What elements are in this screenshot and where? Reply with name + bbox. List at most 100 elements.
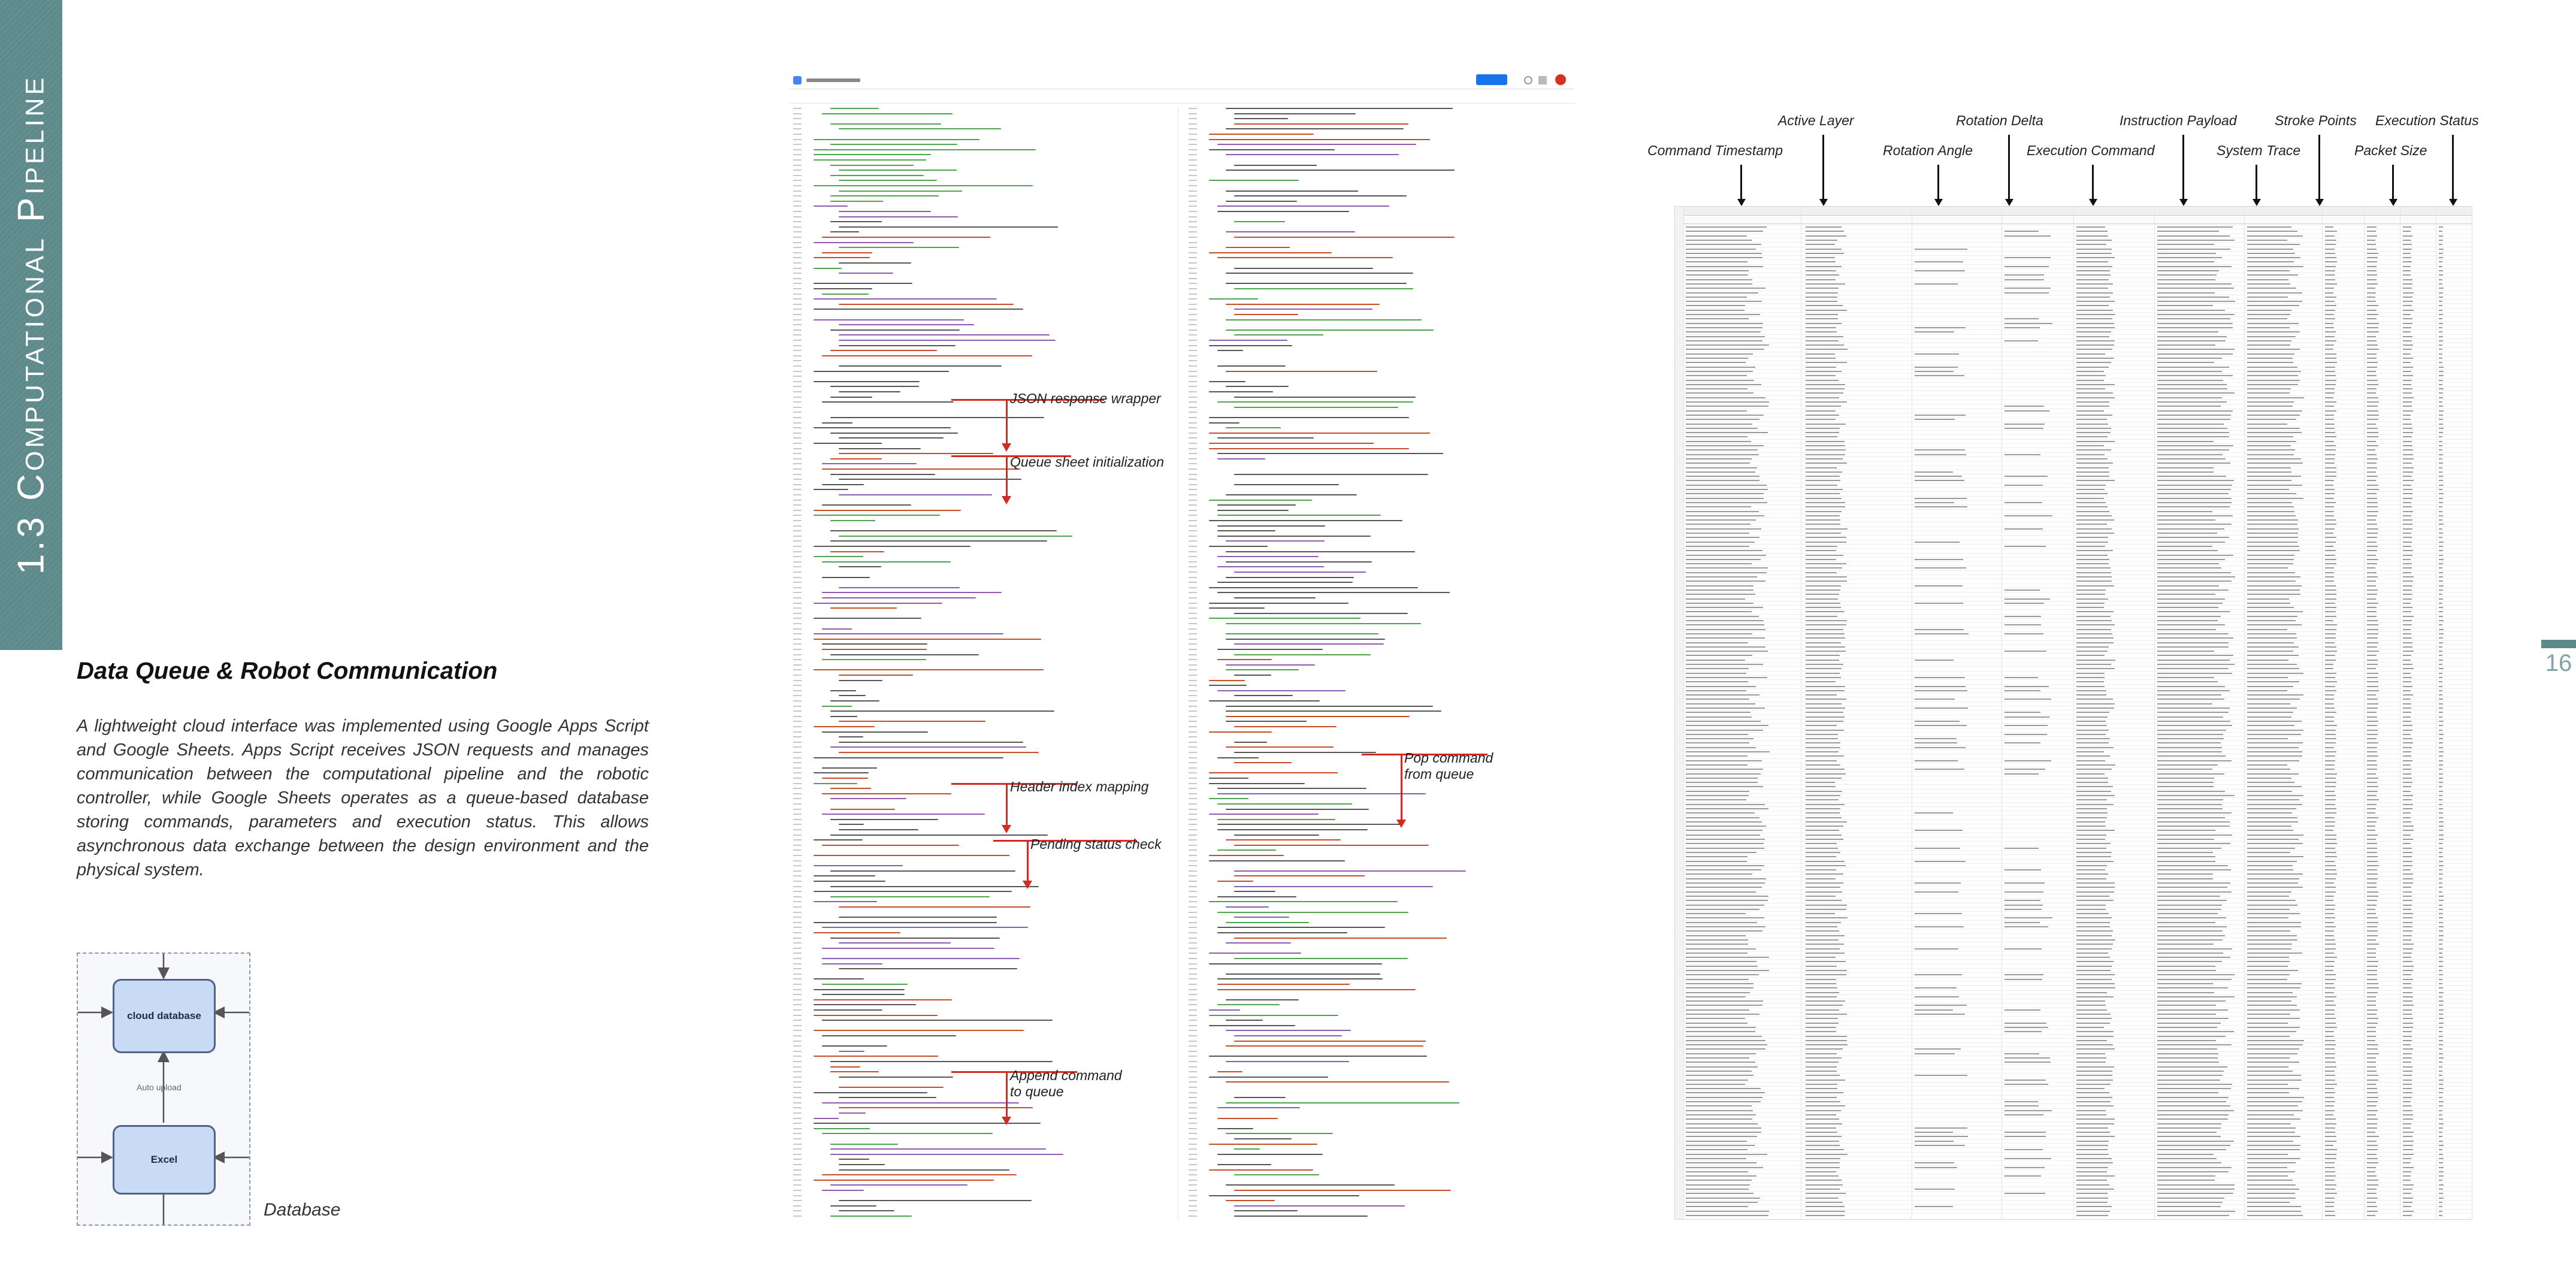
sheet-cell bbox=[2367, 1189, 2377, 1190]
sheet-row-line bbox=[1675, 627, 2472, 628]
sheet-cell bbox=[1915, 453, 1966, 455]
sheet-cell bbox=[2247, 550, 2300, 552]
sheet-cell bbox=[2367, 1123, 2378, 1124]
sheet-cell bbox=[2403, 375, 2414, 377]
sheet-cell bbox=[2157, 270, 2220, 271]
sheet-cell bbox=[1806, 602, 1841, 604]
sheet-cell bbox=[1806, 944, 1844, 945]
line-number bbox=[793, 963, 802, 965]
sheet-cell bbox=[2439, 681, 2442, 683]
line-number bbox=[1189, 814, 1197, 815]
code-line bbox=[814, 602, 942, 604]
sheet-row-line bbox=[1675, 382, 2472, 383]
sheet-cell bbox=[2439, 628, 2444, 630]
sheet-cell bbox=[2439, 786, 2442, 788]
code-line bbox=[1234, 762, 1292, 764]
code-line bbox=[1226, 921, 1310, 923]
code-line bbox=[1226, 1030, 1351, 1032]
sheet-cell bbox=[2367, 501, 2378, 503]
sheet-cell bbox=[2439, 1197, 2444, 1199]
line-number bbox=[1189, 174, 1197, 176]
line-number bbox=[793, 798, 802, 800]
sheet-cell bbox=[2439, 406, 2444, 407]
line-number bbox=[793, 860, 802, 861]
sheet-cell bbox=[2157, 642, 2229, 643]
sheet-cell bbox=[2157, 419, 2231, 421]
line-number bbox=[1189, 164, 1197, 166]
line-number bbox=[793, 1184, 802, 1186]
sheet-cell bbox=[1915, 746, 1966, 748]
sheet-cell bbox=[2367, 537, 2377, 539]
line-number bbox=[1189, 582, 1197, 583]
code-line bbox=[1217, 211, 1350, 212]
sheet-cell bbox=[2367, 982, 2378, 984]
sheet-cell bbox=[2076, 554, 2108, 556]
code-line bbox=[1226, 370, 1378, 372]
sheet-cell bbox=[2439, 1005, 2443, 1006]
sheet-cell bbox=[2439, 1088, 2444, 1090]
sheet-cell bbox=[2439, 725, 2444, 727]
sheet-cell bbox=[2367, 1109, 2378, 1111]
sheet-cell bbox=[2325, 1145, 2334, 1146]
sheet-cell bbox=[2076, 231, 2108, 232]
sheet-cell bbox=[2076, 1210, 2110, 1212]
sheet-cell bbox=[2367, 1214, 2376, 1216]
sheet-cell bbox=[2157, 803, 2222, 805]
sheet-cell bbox=[1686, 366, 1756, 368]
sheet-cell bbox=[2439, 764, 2443, 766]
sheet-row-line bbox=[1675, 487, 2472, 488]
sheet-cell bbox=[2076, 847, 2106, 849]
sheet-cell bbox=[2403, 725, 2413, 727]
sheet-cell bbox=[1806, 1101, 1841, 1102]
sheet-cell bbox=[1806, 353, 1836, 355]
sheet-cell bbox=[1686, 633, 1753, 634]
sheet-cell bbox=[2247, 226, 2291, 228]
code-line bbox=[1226, 231, 1355, 233]
sheet-cell bbox=[2247, 537, 2299, 539]
sheet-cell bbox=[2367, 480, 2376, 482]
sheet-cell bbox=[2247, 301, 2302, 303]
sheet-cell bbox=[2247, 882, 2299, 884]
code-line bbox=[1226, 1081, 1449, 1083]
sheet-cell bbox=[1686, 501, 1767, 503]
line-number bbox=[793, 1169, 802, 1171]
sheet-cell bbox=[2247, 930, 2291, 932]
sheet-cell bbox=[2247, 1210, 2302, 1212]
sheet-cell bbox=[2247, 1109, 2303, 1111]
sheet-cell bbox=[2367, 1062, 2376, 1063]
sheet-cell bbox=[1915, 742, 1958, 744]
column-label-system-trace: System Trace bbox=[2217, 143, 2301, 158]
sheet-cell bbox=[2439, 1175, 2444, 1177]
code-line bbox=[1217, 1071, 1243, 1073]
line-number bbox=[793, 185, 802, 186]
sheet-cell bbox=[2325, 1066, 2337, 1068]
sheet-cell bbox=[2439, 462, 2443, 464]
sheet-cell bbox=[1806, 1175, 1839, 1177]
code-line bbox=[839, 679, 883, 681]
sheet-cell bbox=[2439, 362, 2442, 364]
line-number bbox=[1189, 406, 1197, 408]
code-line bbox=[1209, 380, 1245, 382]
line-number bbox=[1189, 1035, 1197, 1036]
sheet-cell bbox=[1686, 1114, 1756, 1115]
sheet-cell bbox=[2367, 773, 2376, 775]
sheet-cell bbox=[1686, 414, 1764, 416]
line-number bbox=[793, 602, 802, 604]
line-number bbox=[793, 669, 802, 671]
sheet-cell bbox=[2439, 1145, 2444, 1146]
sheet-cell bbox=[2157, 738, 2224, 740]
line-number bbox=[1189, 793, 1197, 794]
line-number bbox=[1189, 953, 1197, 954]
line-number bbox=[793, 695, 802, 697]
line-number bbox=[793, 870, 802, 872]
sheet-cell bbox=[2076, 773, 2105, 775]
sheet-cell bbox=[1806, 1048, 1843, 1050]
sheet-cell bbox=[2403, 1109, 2412, 1111]
line-number bbox=[1189, 170, 1197, 171]
sheet-cell bbox=[2367, 383, 2379, 385]
code-line bbox=[814, 1004, 916, 1006]
line-number bbox=[1189, 865, 1197, 867]
sheet-cell bbox=[2439, 467, 2443, 468]
sheet-cell bbox=[2367, 799, 2379, 801]
code-line bbox=[1209, 679, 1245, 681]
